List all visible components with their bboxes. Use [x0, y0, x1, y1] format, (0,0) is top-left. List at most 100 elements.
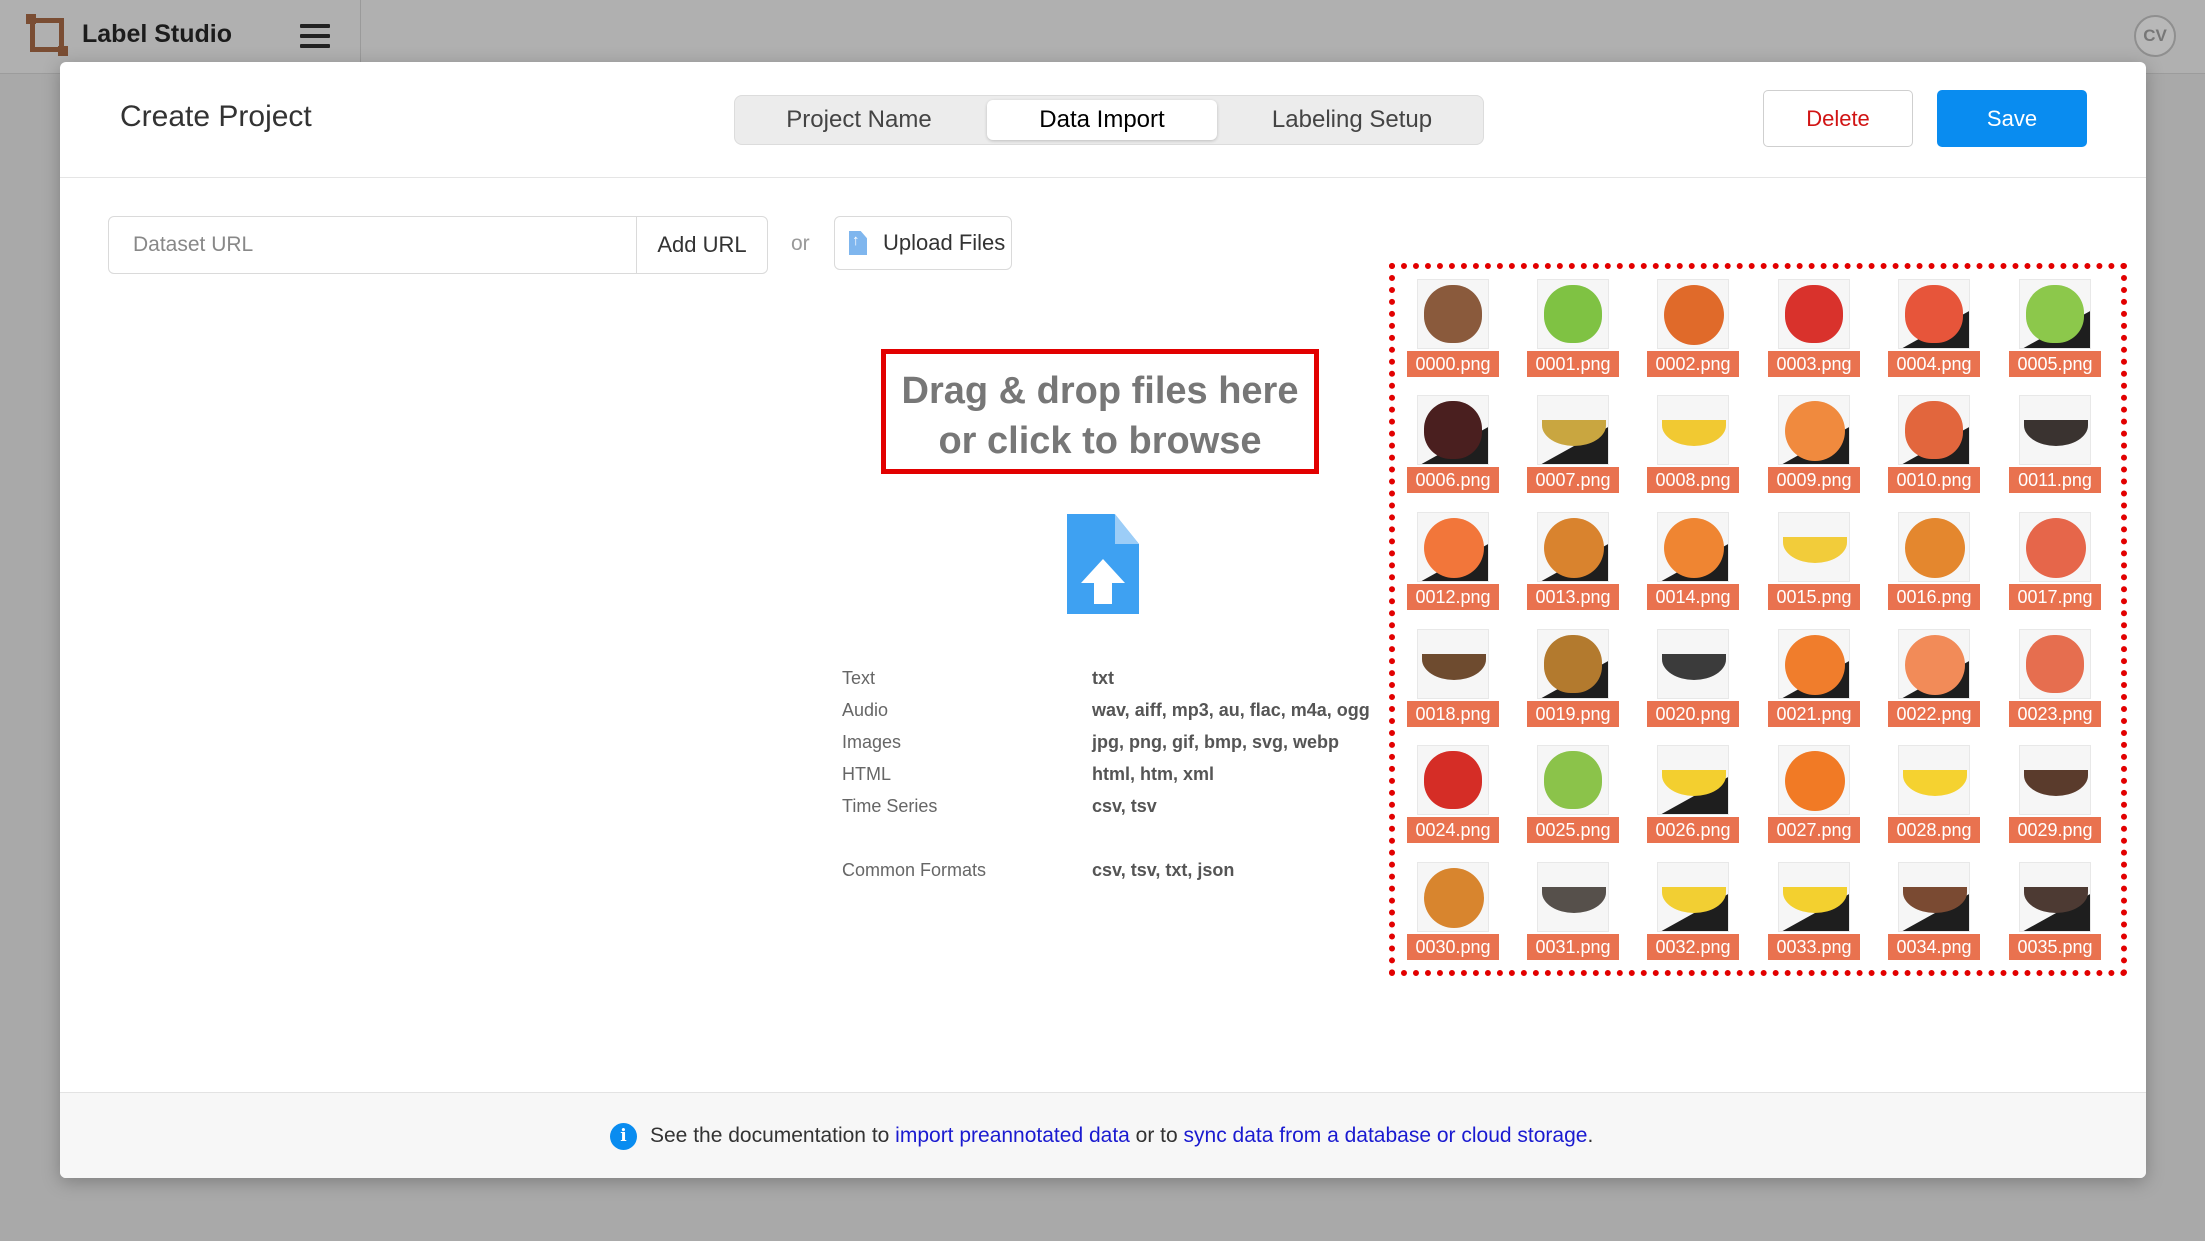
- file-thumbnail[interactable]: 0021.png: [1768, 623, 1860, 731]
- file-thumbnail[interactable]: 0027.png: [1768, 739, 1860, 847]
- tab-labeling-setup[interactable]: Labeling Setup: [1227, 100, 1477, 140]
- file-thumbnail[interactable]: 0032.png: [1647, 856, 1739, 964]
- file-name-label: 0005.png: [2009, 351, 2101, 377]
- banana-image: [1417, 629, 1489, 699]
- apple-image: [1417, 395, 1489, 465]
- file-thumbnail[interactable]: 0002.png: [1647, 273, 1739, 381]
- banana-image: [1657, 395, 1729, 465]
- file-name-label: 0017.png: [2009, 584, 2101, 610]
- drop-zone-line2: or click to browse: [938, 420, 1262, 462]
- file-thumbnail[interactable]: 0022.png: [1888, 623, 1980, 731]
- save-button[interactable]: Save: [1937, 90, 2087, 147]
- file-thumbnail[interactable]: 0009.png: [1768, 389, 1860, 497]
- file-name-label: 0010.png: [1888, 467, 1980, 493]
- orange-shape: [1664, 285, 1724, 345]
- banana-image: [1657, 862, 1729, 932]
- banana-shape: [1783, 537, 1847, 563]
- orange-shape: [1785, 635, 1845, 695]
- footer-text-middle: or to: [1129, 1124, 1184, 1147]
- file-thumbnail[interactable]: 0017.png: [2009, 506, 2101, 614]
- file-thumbnail[interactable]: 0026.png: [1647, 739, 1739, 847]
- file-name-label: 0003.png: [1768, 351, 1860, 377]
- file-thumbnail[interactable]: 0034.png: [1888, 856, 1980, 964]
- drop-zone-text: Drag & drop files here or click to brows…: [886, 366, 1314, 466]
- file-thumbnail[interactable]: 0011.png: [2009, 389, 2101, 497]
- file-thumbnail[interactable]: 0014.png: [1647, 506, 1739, 614]
- file-name-label: 0028.png: [1888, 817, 1980, 843]
- info-icon: i: [610, 1123, 637, 1150]
- file-thumbnail[interactable]: 0008.png: [1647, 389, 1739, 497]
- apple-shape: [1424, 401, 1482, 459]
- file-thumbnail[interactable]: 0028.png: [1888, 739, 1980, 847]
- file-thumbnail[interactable]: 0007.png: [1527, 389, 1619, 497]
- drop-zone[interactable]: Drag & drop files here or click to brows…: [881, 349, 1319, 474]
- apple-shape: [1785, 285, 1843, 343]
- delete-button[interactable]: Delete: [1763, 90, 1913, 147]
- file-thumbnail[interactable]: 0033.png: [1768, 856, 1860, 964]
- app-title: Label Studio: [82, 20, 232, 48]
- file-thumbnail[interactable]: 0005.png: [2009, 273, 2101, 381]
- file-name-label: 0014.png: [1647, 584, 1739, 610]
- format-value: html, htm, xml: [1092, 764, 1215, 784]
- file-thumbnail[interactable]: 0035.png: [2009, 856, 2101, 964]
- file-name-label: 0032.png: [1647, 934, 1739, 960]
- file-name-label: 0027.png: [1768, 817, 1860, 843]
- orange-image: [2019, 512, 2091, 582]
- dataset-url-input[interactable]: [109, 217, 637, 273]
- file-thumbnail[interactable]: 0006.png: [1407, 389, 1499, 497]
- format-label: Time Series: [842, 796, 938, 816]
- banana-shape: [2024, 887, 2088, 913]
- banana-shape: [1662, 420, 1726, 446]
- file-thumbnail[interactable]: 0003.png: [1768, 273, 1860, 381]
- banana-image: [1778, 512, 1850, 582]
- format-label: HTML: [842, 764, 891, 784]
- file-thumbnail[interactable]: 0019.png: [1527, 623, 1619, 731]
- file-thumbnail[interactable]: 0029.png: [2009, 739, 2101, 847]
- file-thumbnail[interactable]: 0025.png: [1527, 739, 1619, 847]
- user-avatar[interactable]: CV: [2134, 15, 2176, 57]
- hamburger-menu-icon[interactable]: [300, 24, 330, 48]
- banana-image: [2019, 745, 2091, 815]
- orange-shape: [1424, 868, 1484, 928]
- import-preannotated-link[interactable]: import preannotated data: [895, 1124, 1130, 1147]
- file-thumbnail[interactable]: 0000.png: [1407, 273, 1499, 381]
- file-thumbnail[interactable]: 0016.png: [1888, 506, 1980, 614]
- banana-image: [1898, 745, 1970, 815]
- file-thumbnail[interactable]: 0020.png: [1647, 623, 1739, 731]
- file-name-label: 0009.png: [1768, 467, 1860, 493]
- file-thumbnail[interactable]: 0024.png: [1407, 739, 1499, 847]
- file-name-label: 0016.png: [1888, 584, 1980, 610]
- file-thumbnail[interactable]: 0031.png: [1527, 856, 1619, 964]
- or-separator: or: [791, 232, 810, 255]
- format-row: Audio wav, aiff, mp3, au, flac, m4a, ogg: [842, 700, 1402, 730]
- file-thumbnail[interactable]: 0030.png: [1407, 856, 1499, 964]
- file-name-label: 0008.png: [1647, 467, 1739, 493]
- sync-storage-link[interactable]: sync data from a database or cloud stora…: [1184, 1124, 1588, 1147]
- file-thumbnail[interactable]: 0018.png: [1407, 623, 1499, 731]
- file-thumbnail[interactable]: 0012.png: [1407, 506, 1499, 614]
- orange-image: [1537, 512, 1609, 582]
- file-thumbnail[interactable]: 0010.png: [1888, 389, 1980, 497]
- file-thumbnail[interactable]: 0001.png: [1527, 273, 1619, 381]
- banana-shape: [1662, 887, 1726, 913]
- uploaded-files-grid: 0000.png 0001.png 0002.png 0003.png 0004.png…: [1389, 263, 2127, 976]
- file-thumbnail[interactable]: 0013.png: [1527, 506, 1619, 614]
- orange-shape: [1424, 518, 1484, 578]
- orange-image: [1657, 512, 1729, 582]
- tab-project-name[interactable]: Project Name: [741, 100, 977, 140]
- file-thumbnail[interactable]: 0004.png: [1888, 273, 1980, 381]
- banana-shape: [1542, 887, 1606, 913]
- file-thumbnail[interactable]: 0015.png: [1768, 506, 1860, 614]
- file-name-label: 0018.png: [1407, 701, 1499, 727]
- footer-text-after: .: [1587, 1124, 1594, 1147]
- file-thumbnail[interactable]: 0023.png: [2009, 623, 2101, 731]
- add-url-button[interactable]: Add URL: [637, 217, 767, 273]
- apple-shape: [1544, 285, 1602, 343]
- create-project-modal: Create Project Project Name Data Import …: [60, 62, 2146, 1178]
- upload-files-label: Upload Files: [883, 230, 1006, 255]
- banana-image: [2019, 395, 2091, 465]
- upload-files-button[interactable]: Upload Files: [834, 216, 1012, 270]
- tab-data-import[interactable]: Data Import: [987, 100, 1217, 140]
- format-row: HTML html, htm, xml: [842, 764, 1402, 794]
- file-name-label: 0030.png: [1407, 934, 1499, 960]
